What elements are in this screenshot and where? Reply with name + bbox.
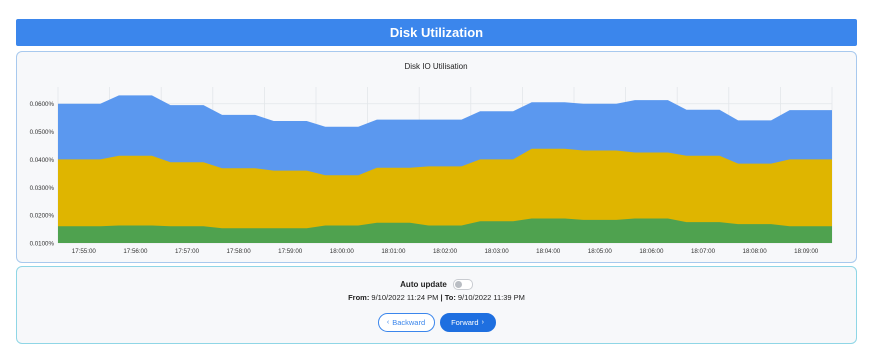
x-tick-label: 17:55:00	[72, 248, 97, 255]
page-title-bar: Disk Utilization	[16, 19, 857, 46]
auto-update-toggle[interactable]	[452, 279, 473, 290]
time-controls-panel: Auto update From: 9/10/2022 11:24 PM | T…	[16, 266, 857, 344]
from-value: 9/10/2022 11:24 PM	[371, 293, 439, 302]
y-tick-label: 0.0200%	[30, 213, 55, 220]
backward-label: Backward	[392, 318, 426, 327]
x-tick-label: 18:03:00	[485, 248, 510, 255]
navigation-buttons: ‹ Backward Forward ›	[17, 313, 856, 332]
x-tick-label: 17:57:00	[175, 248, 200, 255]
x-tick-label: 17:58:00	[227, 248, 252, 255]
x-tick-label: 18:08:00	[743, 248, 768, 255]
page-title: Disk Utilization	[389, 25, 484, 40]
x-tick-label: 17:59:00	[278, 248, 303, 255]
x-tick-label: 18:07:00	[691, 248, 716, 255]
x-tick-label: 18:04:00	[536, 248, 561, 255]
x-tick-label: 18:02:00	[433, 248, 458, 255]
x-tick-label: 18:05:00	[588, 248, 613, 255]
range-separator: |	[440, 293, 443, 302]
auto-update-row: Auto update	[17, 279, 856, 290]
to-value: 9/10/2022 11:39 PM	[457, 293, 525, 302]
y-tick-label: 0.0100%	[30, 241, 55, 248]
auto-update-label: Auto update	[400, 280, 447, 289]
y-tick-label: 0.0500%	[30, 129, 55, 136]
toggle-knob	[454, 281, 462, 288]
x-tick-label: 18:09:00	[794, 248, 819, 255]
x-tick-label: 18:00:00	[330, 248, 355, 255]
from-label: From:	[348, 293, 370, 302]
forward-label: Forward	[451, 318, 479, 327]
chevron-left-icon: ‹	[386, 319, 390, 326]
disk-io-chart: Disk IO Utilisation 0.0100% 0.0200% 0.0300…	[30, 62, 833, 255]
to-label: To:	[444, 293, 456, 302]
y-tick-label: 0.0300%	[30, 185, 55, 192]
backward-button[interactable]: ‹ Backward	[377, 313, 435, 332]
x-tick-label: 17:56:00	[123, 248, 148, 255]
time-range-text: From: 9/10/2022 11:24 PM | To: 9/10/2022…	[17, 293, 856, 302]
forward-button[interactable]: Forward ›	[439, 313, 496, 332]
y-tick-label: 0.0600%	[30, 101, 55, 108]
x-tick-label: 18:01:00	[381, 248, 406, 255]
y-tick-label: 0.0400%	[30, 157, 55, 164]
disk-io-chart-card: Disk IO Utilisation 0.0100% 0.0200% 0.0300…	[16, 51, 857, 263]
x-tick-label: 18:06:00	[639, 248, 664, 255]
chart-title: Disk IO Utilisation	[404, 62, 467, 71]
chevron-right-icon: ›	[481, 319, 484, 326]
